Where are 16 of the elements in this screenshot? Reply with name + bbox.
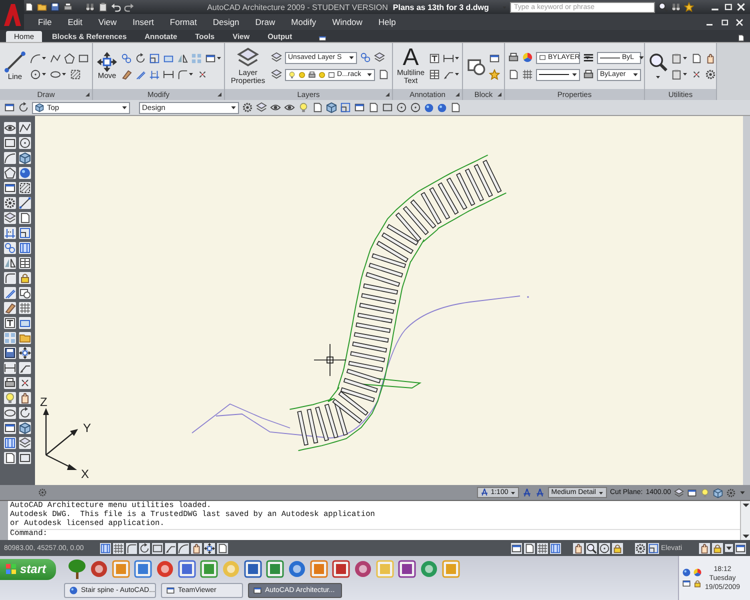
axis-label: Z	[40, 395, 48, 409]
menu-item[interactable]: Draw	[247, 17, 284, 27]
menu-item[interactable]: Insert	[124, 17, 162, 27]
menu-item[interactable]: Edit	[60, 17, 90, 27]
app-title: AutoCAD Architecture 2009 - STUDENT VERSION	[207, 2, 388, 12]
menu-item[interactable]: Help	[370, 17, 404, 27]
menu-item[interactable]: Design	[204, 17, 248, 27]
drawing-canvas[interactable]: Z Y X	[35, 116, 743, 485]
menu-item[interactable]: Format	[162, 17, 205, 27]
menu-item[interactable]: Window	[324, 17, 370, 27]
axis-label: Y	[83, 421, 92, 435]
menu-item[interactable]: File	[30, 17, 60, 27]
menu-item[interactable]: Modify	[283, 17, 324, 27]
file-name: Plans as 13th for 3 d.dwg	[392, 2, 489, 12]
axis-label: X	[81, 467, 90, 481]
menu-item[interactable]: View	[90, 17, 125, 27]
